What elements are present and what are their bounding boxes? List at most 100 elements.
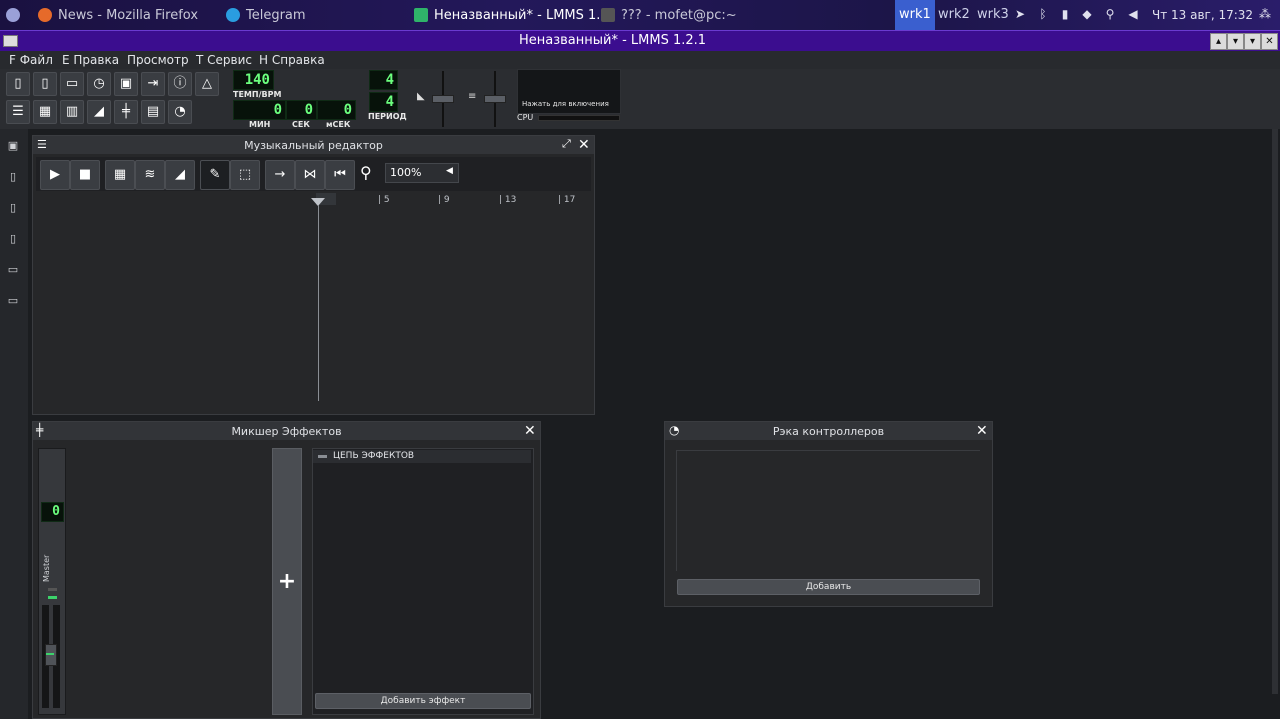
volume-icon[interactable]: ◀ bbox=[1126, 7, 1140, 21]
add-controller-button[interactable]: Добавить bbox=[677, 579, 980, 595]
fx-mixer-titlebar[interactable]: ╪ Микшер Эффектов ✕ bbox=[33, 422, 540, 440]
menu-view[interactable]: Просмотр bbox=[127, 53, 189, 67]
automation-editor-toggle[interactable]: ◢ bbox=[87, 100, 111, 124]
select-mode-button[interactable]: ⬚ bbox=[230, 160, 260, 190]
ruler-bar-17: | 17 bbox=[558, 195, 576, 205]
ruler-bar-9: | 9 bbox=[438, 195, 450, 205]
fader-indicator bbox=[46, 653, 54, 655]
maximize-icon[interactable]: ⤢ bbox=[562, 137, 571, 151]
bluetooth-icon[interactable]: ᛒ bbox=[1036, 7, 1050, 21]
my-samples-icon[interactable]: ▯ bbox=[6, 201, 20, 215]
controller-rack-titlebar[interactable]: ◔ Рэка контроллеров ✕ bbox=[665, 422, 992, 440]
master-volume-knob[interactable] bbox=[432, 95, 454, 103]
workspace-2[interactable]: wrk2 bbox=[934, 0, 974, 30]
shade-button[interactable]: ▴ bbox=[1210, 33, 1227, 50]
menu-help[interactable]: H Справка bbox=[259, 53, 325, 67]
mute-led[interactable] bbox=[48, 588, 57, 591]
my-home-icon[interactable]: ▭ bbox=[6, 263, 20, 277]
volume-fader-knob[interactable] bbox=[45, 644, 57, 666]
workspace-scrollbar[interactable] bbox=[1271, 129, 1280, 699]
time-msec-display[interactable]: 0 bbox=[317, 100, 356, 120]
task-terminal[interactable]: ??? - mofet@pc:~ bbox=[601, 0, 737, 30]
my-computer-icon[interactable]: ▭ bbox=[6, 294, 20, 308]
draw-mode-button[interactable]: ✎ bbox=[200, 160, 230, 190]
close-icon[interactable]: ✕ bbox=[976, 422, 988, 440]
battery-icon[interactable]: ▮ bbox=[1058, 7, 1072, 21]
task-telegram[interactable]: Telegram bbox=[226, 0, 306, 30]
instrument-plugins-icon[interactable]: ▣ bbox=[6, 139, 20, 153]
clock[interactable]: Чт 13 авг, 17:32 bbox=[1152, 0, 1253, 30]
ruler-bar-13: | 13 bbox=[499, 195, 517, 205]
workspace-1[interactable]: wrk1 bbox=[895, 0, 935, 30]
new-project-button[interactable]: ▯ bbox=[6, 72, 30, 96]
master-pitch-knob[interactable] bbox=[484, 95, 506, 103]
close-icon[interactable]: ✕ bbox=[524, 422, 536, 440]
timesig-denominator[interactable]: 4 bbox=[369, 92, 398, 112]
task-firefox[interactable]: News - Mozilla Firefox bbox=[38, 0, 198, 30]
controller-rack-toggle[interactable]: ◔ bbox=[168, 100, 192, 124]
close-window-button[interactable]: ✕ bbox=[1261, 33, 1278, 50]
network-icon[interactable]: ⁂ bbox=[1258, 7, 1272, 21]
telegram-tray-icon[interactable]: ➤ bbox=[1013, 7, 1027, 21]
save-project-button[interactable]: ▣ bbox=[114, 72, 138, 96]
maximize-button[interactable]: ▾ bbox=[1244, 33, 1261, 50]
time-seconds-display[interactable]: 0 bbox=[286, 100, 317, 120]
wifi-icon[interactable]: ◆ bbox=[1080, 7, 1094, 21]
controllers-list[interactable] bbox=[676, 450, 980, 571]
my-presets-icon[interactable]: ▯ bbox=[6, 232, 20, 246]
beat-editor-toggle[interactable]: ▦ bbox=[33, 100, 57, 124]
export-button[interactable]: ⇥ bbox=[141, 72, 165, 96]
tempo-display[interactable]: 140 bbox=[233, 70, 274, 90]
add-effect-button[interactable]: Добавить эффект bbox=[315, 693, 531, 709]
menu-file[interactable]: F Файл bbox=[9, 53, 53, 67]
solo-led[interactable] bbox=[48, 596, 57, 599]
app-title-bar[interactable]: Неназванный* - LMMS 1.2.1 ▴ ▾ ▾ ✕ bbox=[0, 30, 1280, 52]
add-sample-track-button[interactable]: ≋ bbox=[135, 160, 165, 190]
effects-chain-toggle[interactable] bbox=[318, 455, 327, 458]
play-button[interactable]: ▶ bbox=[40, 160, 70, 190]
task-lmms[interactable]: Неназванный* - LMMS 1... bbox=[414, 0, 609, 30]
zoom-arrow-icon[interactable]: ◀ bbox=[446, 166, 453, 176]
minimize-button[interactable]: ▾ bbox=[1227, 33, 1244, 50]
piano-roll-toggle[interactable]: ▥ bbox=[60, 100, 84, 124]
menu-bar: F Файл E Правка Просмотр T Сервис H Спра… bbox=[0, 51, 1280, 69]
time-minutes-display[interactable]: 0 bbox=[233, 100, 286, 120]
mixer-toggle[interactable]: ╪ bbox=[114, 100, 138, 124]
main-toolbar: ▯ ▯ ▭ ◷ ▣ ⇥ ⓘ △ ☰ ▦ ▥ ◢ ╪ ▤ ◔ 140 ТЕМП/B… bbox=[0, 69, 1280, 129]
firefox-icon bbox=[38, 8, 52, 22]
song-tracks-area[interactable]: | 5 | 9 | 13 | 17 bbox=[36, 193, 591, 409]
add-beat-track-button[interactable]: ▦ bbox=[105, 160, 135, 190]
zoom-value: 100% bbox=[390, 166, 422, 179]
close-icon[interactable]: ✕ bbox=[578, 136, 590, 154]
tempo-label: ТЕМП/BPM bbox=[233, 90, 282, 99]
whats-this-button[interactable]: ⓘ bbox=[168, 72, 192, 96]
add-automation-track-button[interactable]: ◢ bbox=[165, 160, 195, 190]
loop-points-button[interactable]: ⋈ bbox=[295, 160, 325, 190]
project-notes-toggle[interactable]: ▤ bbox=[141, 100, 165, 124]
song-editor-toggle[interactable]: ☰ bbox=[6, 100, 30, 124]
menu-edit[interactable]: E Правка bbox=[62, 53, 119, 67]
scrollbar-handle[interactable] bbox=[1272, 129, 1278, 694]
new-from-template-button[interactable]: ▯ bbox=[33, 72, 57, 96]
channel-name-label: Master bbox=[42, 554, 51, 582]
minutes-label: МИН bbox=[249, 120, 271, 129]
zoom-combobox[interactable]: 100% ◀ bbox=[385, 163, 459, 183]
song-editor-toolbar: ▶ ■ ▦ ≋ ◢ ✎ ⬚ → ⋈ ⏮ ⚲ 100% ◀ bbox=[36, 157, 591, 191]
timesig-numerator[interactable]: 4 bbox=[369, 70, 398, 90]
stop-button[interactable]: ■ bbox=[70, 160, 100, 190]
app-launcher-icon[interactable] bbox=[6, 0, 26, 30]
master-pitch-icon: ≡ bbox=[468, 91, 477, 102]
open-project-button[interactable]: ▭ bbox=[60, 72, 84, 96]
master-channel-strip[interactable]: 0 Master bbox=[38, 448, 66, 715]
stop-behaviour-button[interactable]: ⏮ bbox=[325, 160, 355, 190]
metronome-button[interactable]: △ bbox=[195, 72, 219, 96]
menu-tools[interactable]: T Сервис bbox=[196, 53, 252, 67]
recent-projects-button[interactable]: ◷ bbox=[87, 72, 111, 96]
task-label: News - Mozilla Firefox bbox=[58, 7, 199, 23]
song-editor-titlebar[interactable]: ☰ Музыкальный редактор ⤢ ✕ bbox=[33, 136, 594, 154]
auto-scroll-button[interactable]: → bbox=[265, 160, 295, 190]
my-projects-icon[interactable]: ▯ bbox=[6, 170, 20, 184]
link-icon[interactable]: ⚲ bbox=[1103, 7, 1117, 21]
workspace-3[interactable]: wrk3 bbox=[973, 0, 1013, 30]
add-channel-button[interactable]: + bbox=[272, 448, 302, 715]
